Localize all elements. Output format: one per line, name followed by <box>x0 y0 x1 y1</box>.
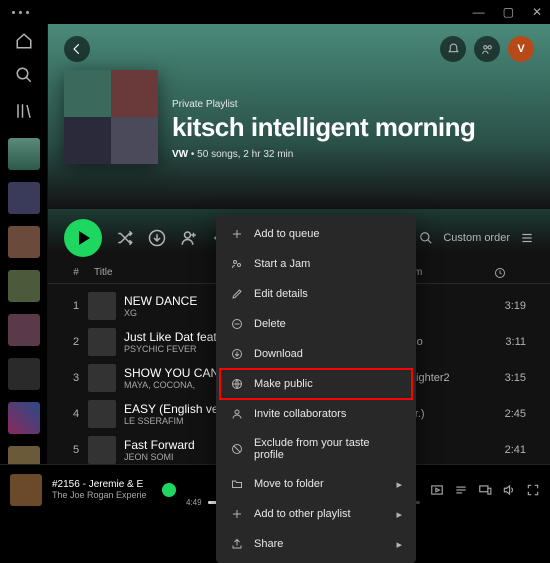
chevron-right-icon: ▸ <box>396 538 402 551</box>
context-menu-label: Share <box>254 538 283 550</box>
now-playing-art[interactable] <box>10 474 42 506</box>
track-art <box>88 436 116 464</box>
context-menu-item[interactable]: Exclude from your taste profile <box>220 429 412 469</box>
context-menu-label: Move to folder <box>254 478 324 490</box>
context-menu-item[interactable]: Add to queue <box>220 219 412 249</box>
play-icon <box>79 231 90 245</box>
context-menu-item[interactable]: Add to other playlist ▸ <box>220 499 412 529</box>
list-view-icon[interactable] <box>520 231 534 245</box>
sidebar-playlist-thumb[interactable] <box>8 314 40 346</box>
context-menu-label: Delete <box>254 318 286 330</box>
minus-icon <box>230 317 244 331</box>
playlist-header: V Private Playlist kitsch intelligent mo… <box>48 24 550 209</box>
sidebar-playlist-thumb[interactable] <box>8 402 40 434</box>
track-art <box>88 328 116 356</box>
person-icon <box>230 407 244 421</box>
fullscreen-icon[interactable] <box>526 483 540 497</box>
playlist-cover[interactable] <box>64 70 158 164</box>
search-in-playlist-icon[interactable] <box>419 231 433 245</box>
home-icon[interactable] <box>13 30 35 52</box>
track-art <box>88 364 116 392</box>
track-duration: 3:15 <box>494 372 534 384</box>
titlebar: — ▢ ✕ <box>0 0 550 24</box>
track-duration: 3:11 <box>494 336 534 348</box>
maximize-button[interactable]: ▢ <box>503 5 514 19</box>
friends-icon[interactable] <box>474 36 500 62</box>
track-number: 2 <box>64 336 88 348</box>
download-icon <box>230 347 244 361</box>
search-icon[interactable] <box>13 64 35 86</box>
sidebar-playlist-thumb[interactable] <box>8 358 40 390</box>
chevron-right-icon: ▸ <box>396 508 402 521</box>
playlist-title: kitsch intelligent morning <box>172 112 475 143</box>
sidebar-playlist-thumb[interactable] <box>8 182 40 214</box>
menu-dots[interactable] <box>12 11 29 14</box>
sidebar-playlist-thumb[interactable] <box>8 226 40 258</box>
context-menu-item[interactable]: Delete <box>220 309 412 339</box>
chevron-right-icon: ▸ <box>396 478 402 491</box>
playlist-type: Private Playlist <box>172 99 475 110</box>
context-menu-label: Add to other playlist <box>254 508 351 520</box>
plus-icon <box>230 507 244 521</box>
context-menu-item[interactable]: Move to folder ▸ <box>220 469 412 499</box>
globe-icon <box>230 377 244 391</box>
jam-icon <box>230 257 244 271</box>
devices-icon[interactable] <box>478 483 492 497</box>
now-playing-artist[interactable]: The Joe Rogan Experie <box>52 490 152 500</box>
context-menu-label: Invite collaborators <box>254 408 346 420</box>
shuffle-icon[interactable] <box>116 229 134 247</box>
context-menu-label: Edit details <box>254 288 308 300</box>
context-menu-item[interactable]: Share ▸ <box>220 529 412 559</box>
invite-icon[interactable] <box>180 229 198 247</box>
notifications-icon[interactable] <box>440 36 466 62</box>
library-icon[interactable] <box>13 100 35 122</box>
window-controls: — ▢ ✕ <box>473 5 542 19</box>
sidebar-playlist-thumb[interactable] <box>8 270 40 302</box>
context-menu-item[interactable]: Edit details <box>220 279 412 309</box>
share-icon <box>230 537 244 551</box>
track-number: 5 <box>64 444 88 456</box>
plus-icon <box>230 227 244 241</box>
context-menu-item[interactable]: Start a Jam <box>220 249 412 279</box>
context-menu: Add to queue Start a Jam Edit details Delet… <box>216 215 416 563</box>
close-button[interactable]: ✕ <box>532 5 542 19</box>
track-art <box>88 400 116 428</box>
minimize-button[interactable]: — <box>473 5 485 19</box>
track-number: 3 <box>64 372 88 384</box>
track-number: 1 <box>64 300 88 312</box>
context-menu-label: Add to queue <box>254 228 319 240</box>
context-menu-item[interactable]: Download <box>220 339 412 369</box>
play-button[interactable] <box>64 219 102 257</box>
volume-icon[interactable] <box>502 483 516 497</box>
column-duration[interactable] <box>494 267 534 279</box>
sidebar-playlist-thumb[interactable] <box>8 138 40 170</box>
context-menu-label: Make public <box>254 378 313 390</box>
track-duration: 2:45 <box>494 408 534 420</box>
track-duration: 3:19 <box>494 300 534 312</box>
clock-icon <box>494 267 506 279</box>
context-menu-label: Exclude from your taste profile <box>254 437 402 461</box>
context-menu-item[interactable]: Make public <box>220 369 412 399</box>
download-icon[interactable] <box>148 229 166 247</box>
track-number: 4 <box>64 408 88 420</box>
context-menu-label: Start a Jam <box>254 258 310 270</box>
context-menu-label: Download <box>254 348 303 360</box>
exclude-icon <box>230 442 244 456</box>
playlist-meta: VW • 50 songs, 2 hr 32 min <box>172 149 475 160</box>
sidebar <box>0 24 48 514</box>
now-playing-view-icon[interactable] <box>430 483 444 497</box>
avatar[interactable]: V <box>508 36 534 62</box>
saved-check-icon[interactable] <box>162 483 176 497</box>
folder-icon <box>230 477 244 491</box>
back-button[interactable] <box>64 36 90 62</box>
column-number: # <box>64 267 88 279</box>
queue-icon[interactable] <box>454 483 468 497</box>
sort-order-label[interactable]: Custom order <box>443 232 510 244</box>
track-duration: 2:41 <box>494 444 534 456</box>
context-menu-item[interactable]: Invite collaborators <box>220 399 412 429</box>
track-art <box>88 292 116 320</box>
pencil-icon <box>230 287 244 301</box>
elapsed-time: 4:49 <box>186 498 202 507</box>
now-playing-title[interactable]: #2156 - Jeremie & E <box>52 479 152 490</box>
